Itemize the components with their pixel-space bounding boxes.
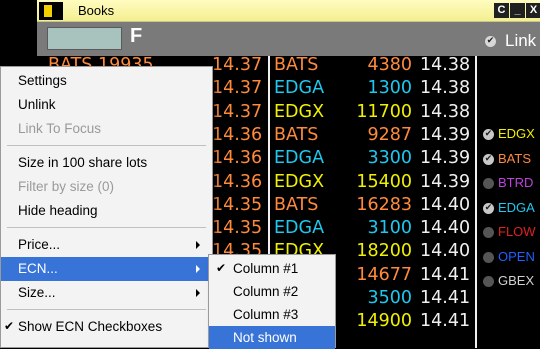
price-cell: 14.38 (420, 78, 471, 99)
ask-price-cell: 14.37 (212, 55, 263, 75)
ecn-checkbox-icon[interactable]: ✔ (483, 202, 494, 214)
ecn-filter-bats[interactable]: ✔ BATS (480, 150, 540, 170)
ecn-filter-label: EDGX (498, 126, 535, 141)
size-cell: 14677 (356, 264, 412, 285)
ask-price-cell: 14.37 (212, 101, 263, 122)
price-cell: 14.39 (420, 124, 471, 145)
size-cell: 18200 (356, 241, 412, 262)
ecn-filter-gbex[interactable]: GBEX (480, 272, 540, 292)
price-cell: 14.41 (420, 288, 471, 308)
ecn-filter-label: BATS (498, 150, 531, 166)
price-cell: 14.38 (420, 55, 471, 75)
price-cell: 14.40 (420, 194, 471, 215)
size-cell: 3100 (367, 218, 412, 239)
submenu-item-not-shown[interactable]: Not shown (209, 326, 335, 349)
submenu-item-column-2[interactable]: Column #2 (209, 280, 335, 303)
size-cell: 4380 (367, 55, 412, 75)
ecn-checkbox-icon[interactable]: ✔ (483, 129, 494, 140)
ecn-cell: EDGX (274, 101, 325, 122)
submenu-item-column-1[interactable]: ✔ Column #1 (209, 257, 335, 280)
ecn-cell: BATS (274, 124, 319, 145)
price-cell: 14.40 (420, 241, 471, 262)
ecn-filter-open[interactable]: OPEN (480, 248, 540, 268)
ecn-checkbox-icon[interactable] (483, 251, 494, 263)
window-c-button[interactable]: C (494, 3, 509, 18)
ecn-checkbox-icon[interactable] (483, 227, 494, 238)
close-button[interactable]: X (526, 3, 540, 18)
menu-item-price[interactable]: Price... (1, 233, 212, 257)
ecn-filter-label: GBEX (498, 273, 535, 288)
ask-price-cell: 14.36 (212, 171, 263, 192)
ecn-checkbox-icon[interactable] (483, 276, 494, 287)
menu-item-filter-by-size[interactable]: Filter by size (0) (1, 175, 212, 199)
submenu-arrow-icon (196, 241, 200, 249)
submenu-arrow-icon (196, 289, 200, 297)
context-menu: Settings Unlink Link To Focus Size in 10… (0, 66, 213, 348)
checkmark-icon: ✔ (216, 261, 227, 275)
ask-price-cell: 14.36 (212, 124, 263, 145)
size-cell: 9287 (367, 124, 412, 145)
size-cell: 14900 (356, 311, 412, 332)
ask-price-cell: 14.36 (212, 148, 263, 169)
ecn-filter-edga[interactable]: ✔ EDGA (480, 199, 540, 219)
menu-separator (7, 309, 206, 310)
menu-item-settings[interactable]: Settings (1, 69, 212, 93)
ecn-submenu: ✔ Column #1 Column #2 Column #3 Not shown (208, 254, 336, 349)
price-cell: 14.41 (420, 311, 471, 332)
ask-price-cell: 14.35 (212, 218, 263, 239)
ecn-filter-edgx[interactable]: ✔ EDGX (480, 125, 540, 145)
link-label: Link (505, 31, 537, 50)
app-logo-icon (39, 2, 63, 20)
size-cell: 11700 (356, 101, 412, 122)
menu-item-unlink[interactable]: Unlink (1, 93, 212, 117)
symbol-input[interactable] (47, 27, 122, 50)
menu-item-show-ecn-checkboxes[interactable]: ✔ Show ECN Checkboxes (1, 315, 212, 339)
ecn-filter-flow[interactable]: FLOW (480, 223, 540, 243)
size-cell: 3500 (367, 288, 412, 308)
window-title: Books (78, 3, 115, 18)
checkmark-icon: ✔ (4, 319, 15, 333)
price-cell: 14.39 (420, 171, 471, 192)
submenu-item-column-3[interactable]: Column #3 (209, 303, 335, 326)
price-cell: 14.40 (420, 218, 471, 239)
menu-item-size-in-100-share-lots[interactable]: Size in 100 share lots (1, 151, 212, 175)
ask-price-cell: 14.37 (212, 78, 263, 99)
ecn-cell: EDGA (274, 218, 325, 239)
menu-separator (7, 227, 206, 228)
ecn-filter-btrd[interactable]: BTRD (480, 174, 540, 194)
minimize-button[interactable]: _ (510, 3, 525, 18)
link-checkbox[interactable]: ✔ (485, 36, 496, 47)
ask-price-cell: 14.35 (212, 194, 263, 215)
size-cell: 1300 (367, 78, 412, 99)
submenu-arrow-icon (196, 265, 200, 273)
ecn-cell: EDGX (274, 171, 325, 192)
menu-separator (7, 145, 206, 146)
menu-item-link-to-focus[interactable]: Link To Focus (1, 117, 212, 141)
price-cell: 14.41 (420, 264, 471, 285)
size-cell: 16283 (356, 194, 412, 215)
ecn-cell: EDGA (274, 148, 325, 169)
ecn-checkbox-icon[interactable] (483, 178, 494, 189)
ecn-checkbox-icon[interactable]: ✔ (483, 153, 494, 165)
menu-item-size[interactable]: Size... (1, 281, 212, 305)
menu-item-hide-heading[interactable]: Hide heading (1, 199, 212, 223)
menu-item-ecn[interactable]: ECN... (1, 257, 212, 281)
ecn-filter-label: OPEN (498, 248, 535, 264)
ecn-filter-label: BTRD (498, 175, 534, 190)
ecn-cell: BATS (274, 55, 319, 75)
price-cell: 14.38 (420, 101, 471, 122)
ecn-filter-label: EDGA (498, 199, 535, 215)
ecn-cell: BATS (274, 194, 319, 215)
symbol-label: F (130, 25, 143, 47)
price-cell: 14.39 (420, 148, 471, 169)
size-cell: 3300 (367, 148, 412, 169)
ecn-cell: EDGA (274, 78, 325, 99)
size-cell: 15400 (356, 171, 412, 192)
ecn-filter-label: FLOW (498, 224, 536, 239)
